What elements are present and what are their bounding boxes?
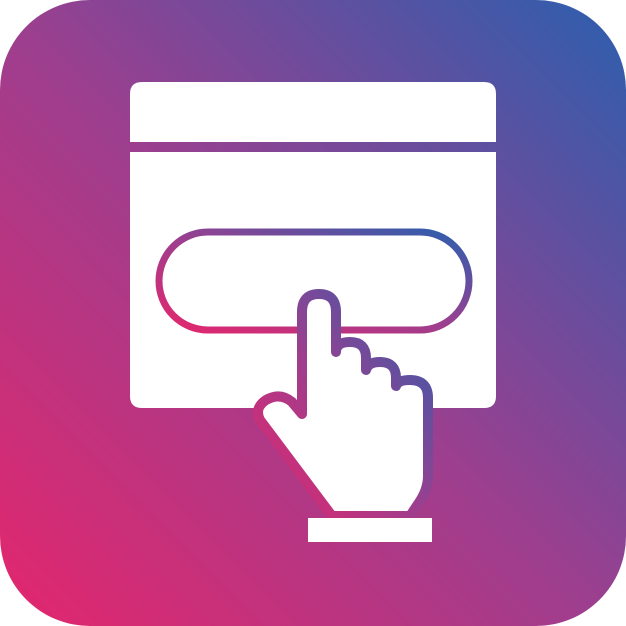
click-button-icon: [0, 0, 626, 626]
icon-canvas: [0, 0, 626, 626]
wrist-cuff: [308, 518, 432, 542]
